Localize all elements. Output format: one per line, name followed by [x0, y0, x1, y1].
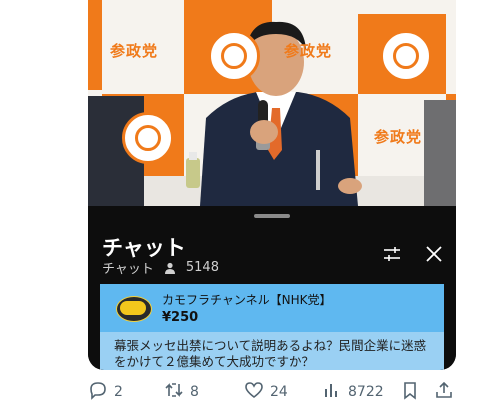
- chat-panel: チャット チャット 5148 カモフラチャンネル【NHK党】 ¥250 幕張メッ…: [88, 206, 456, 370]
- person-icon: [164, 262, 176, 274]
- chat-subtitle-row: チャット 5148: [102, 258, 219, 277]
- pinned-super-chat[interactable]: カモフラチャンネル【NHK党】 ¥250 幕張メッセ出禁について説明あるよね？民…: [100, 284, 444, 370]
- backdrop-logo-text: 参政党: [284, 42, 333, 60]
- video-frame[interactable]: 参政党 参政党 参政党: [88, 0, 456, 206]
- super-chat-amount: ¥250: [162, 310, 199, 325]
- super-chat-author: カモフラチャンネル【NHK党】: [162, 293, 332, 307]
- repost-icon: [164, 380, 184, 404]
- repost-button[interactable]: 8: [164, 380, 199, 404]
- reply-button[interactable]: 2: [88, 380, 123, 404]
- chat-subtitle: チャット: [102, 262, 154, 277]
- avatar: [116, 296, 152, 322]
- party-seal-logo: [208, 30, 260, 82]
- share-icon: [434, 380, 454, 404]
- views-button[interactable]: 8722: [322, 380, 384, 404]
- bookmark-icon: [400, 380, 420, 404]
- party-seal-logo: [122, 112, 174, 164]
- post-actions-bar: 2 8 24 8722: [88, 378, 460, 402]
- viewer-count: 5148: [185, 260, 219, 275]
- reply-icon: [88, 380, 108, 404]
- bookmark-button[interactable]: [400, 380, 420, 404]
- close-icon[interactable]: [422, 242, 446, 266]
- media-card: 参政党 参政党 参政党 チャット チャット 5148 カモフラチャンネル【NHK…: [88, 0, 456, 370]
- heart-icon: [244, 380, 264, 404]
- party-seal-logo: [380, 30, 432, 82]
- drag-handle[interactable]: [254, 214, 290, 218]
- bar-chart-icon: [322, 380, 342, 404]
- backdrop-logo-text: 参政党: [110, 42, 159, 60]
- backdrop-logo-text: 参政党: [374, 128, 423, 146]
- reply-count: 2: [114, 384, 123, 400]
- repost-count: 8: [190, 384, 199, 400]
- super-chat-message: 幕張メッセ出禁について説明あるよね？民間企業に迷惑をかけて２億集めて大成功ですか…: [114, 338, 427, 369]
- view-count: 8722: [348, 384, 384, 400]
- share-button[interactable]: [434, 380, 454, 404]
- filter-sliders-icon[interactable]: [380, 242, 404, 266]
- super-chat-header: カモフラチャンネル【NHK党】 ¥250: [100, 284, 444, 332]
- like-button[interactable]: 24: [244, 380, 288, 404]
- like-count: 24: [270, 384, 288, 400]
